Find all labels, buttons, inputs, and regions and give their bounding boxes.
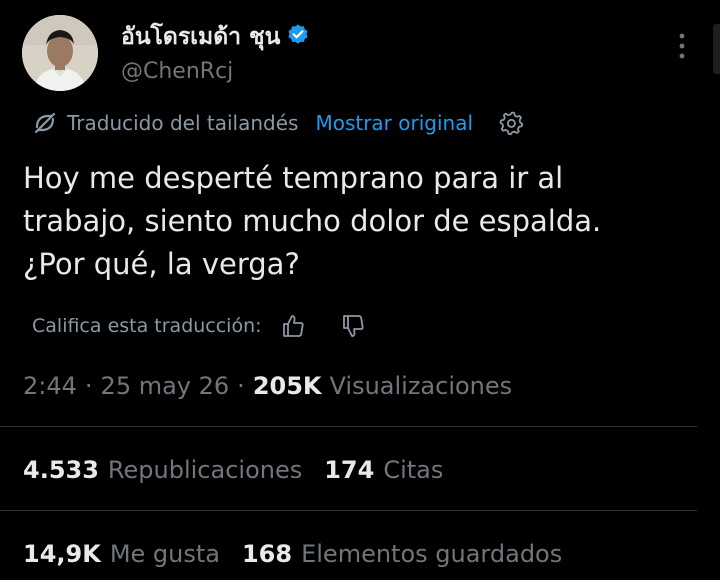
reposts-label[interactable]: Republicaciones bbox=[108, 456, 302, 484]
tweet-header: อันโดรเมด้า ชุน @ChenRcj bbox=[0, 0, 720, 100]
scrollbar[interactable] bbox=[713, 24, 720, 74]
gear-icon[interactable] bbox=[499, 110, 525, 136]
quotes-count[interactable]: 174 bbox=[324, 456, 374, 484]
engagement-stats-row: 14,9K Me gusta 168 Elementos guardados bbox=[23, 534, 584, 574]
likes-label[interactable]: Me gusta bbox=[110, 540, 220, 568]
display-name[interactable]: อันโดรเมด้า ชุน bbox=[121, 22, 310, 52]
likes-count[interactable]: 14,9K bbox=[23, 540, 101, 568]
divider bbox=[0, 510, 697, 511]
tweet-date[interactable]: 25 may 26 bbox=[101, 372, 230, 400]
divider bbox=[0, 426, 697, 427]
tweet-text-line: ¿Por qué, la verga? bbox=[23, 247, 300, 281]
tweet-meta: 2:44 · 25 may 26 · 205K Visualizaciones bbox=[23, 368, 512, 404]
meta-separator: · bbox=[84, 372, 93, 400]
tweet-text-line: Hoy me desperté temprano para ir al bbox=[23, 161, 564, 195]
engagement-stats-row: 4.533 Republicaciones 174 Citas bbox=[23, 450, 465, 490]
tweet-time[interactable]: 2:44 bbox=[23, 372, 77, 400]
translate-icon bbox=[34, 112, 56, 134]
profile-photo-icon bbox=[22, 15, 98, 91]
thumbs-up-icon[interactable] bbox=[280, 313, 306, 339]
verified-badge-icon bbox=[288, 24, 308, 44]
avatar[interactable] bbox=[22, 15, 98, 91]
rate-translation-label: Califica esta traducción: bbox=[32, 315, 262, 337]
thumbs-down-icon[interactable] bbox=[340, 313, 366, 339]
show-original-link[interactable]: Mostrar original bbox=[315, 111, 473, 135]
views-label: Visualizaciones bbox=[329, 372, 513, 400]
reposts-count[interactable]: 4.533 bbox=[23, 456, 99, 484]
bookmarks-label[interactable]: Elementos guardados bbox=[301, 540, 562, 568]
display-name-text: อันโดรเมด้า ชุน bbox=[121, 24, 281, 50]
tweet-text-line: trabajo, siento mucho dolor de espalda. bbox=[23, 204, 602, 238]
translation-bar: Traducido del tailandés Mostrar original bbox=[32, 106, 525, 140]
translated-from-label: Traducido del tailandés bbox=[67, 111, 299, 135]
rate-translation-bar: Califica esta traducción: bbox=[32, 309, 366, 343]
meta-separator: · bbox=[237, 372, 245, 400]
quotes-label[interactable]: Citas bbox=[383, 456, 443, 484]
views-count: 205K bbox=[252, 372, 322, 400]
user-handle[interactable]: @ChenRcj bbox=[121, 58, 233, 86]
bookmarks-count[interactable]: 168 bbox=[242, 540, 292, 568]
more-vertical-icon bbox=[679, 33, 685, 59]
more-options-button[interactable] bbox=[667, 29, 697, 63]
tweet-text: Hoy me desperté temprano para ir al trab… bbox=[23, 157, 703, 286]
